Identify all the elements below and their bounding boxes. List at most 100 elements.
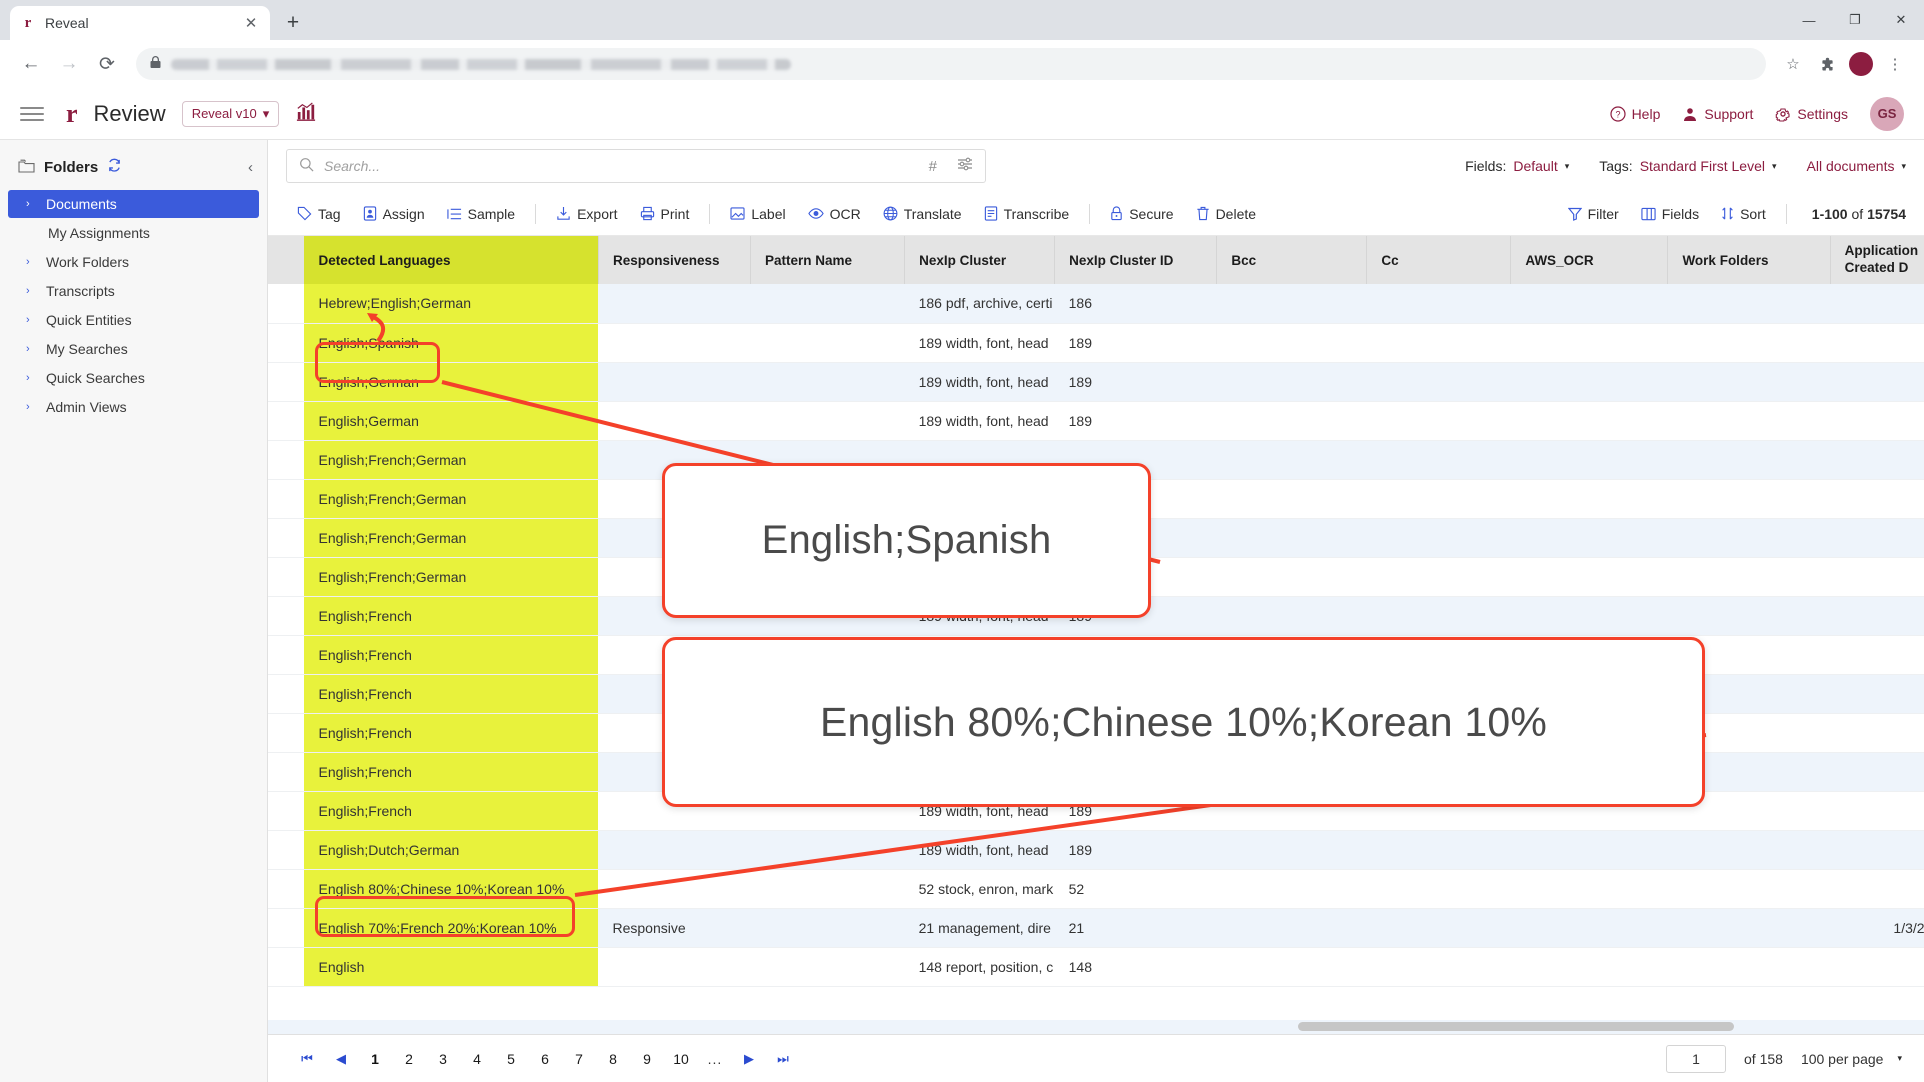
cell-resp[interactable] — [598, 284, 751, 324]
cell-clusterid[interactable] — [1054, 440, 1217, 480]
cell-pattern[interactable] — [750, 869, 905, 909]
cell-wf[interactable] — [1667, 557, 1831, 597]
prev-page-icon[interactable]: ◀ — [329, 1046, 353, 1072]
cell-clusterid[interactable] — [1054, 752, 1217, 792]
sidebar-item-work-folders[interactable]: › Work Folders — [8, 248, 259, 276]
cell-clusterid[interactable]: 189 — [1054, 323, 1217, 363]
table-row[interactable]: English;Dutch;German 189 width, font, hea… — [268, 830, 1924, 870]
cell-aws[interactable] — [1510, 518, 1668, 558]
cell-appcreated[interactable] — [1830, 557, 1924, 597]
cell-aws[interactable] — [1510, 557, 1668, 597]
cell-cluster[interactable]: 189 width, font, head — [904, 401, 1055, 441]
cell-aws[interactable] — [1510, 713, 1668, 753]
fields-selector[interactable]: Fields: Default ▾ — [1465, 158, 1569, 174]
cell-bcc[interactable] — [1216, 518, 1367, 558]
cell-wf[interactable] — [1667, 830, 1831, 870]
cell-aws[interactable] — [1510, 440, 1668, 480]
page-number-2[interactable]: 2 — [397, 1046, 421, 1072]
scope-selector[interactable]: All documents ▾ — [1807, 158, 1906, 174]
cell-clusterid[interactable]: 189 — [1054, 401, 1217, 441]
cell-resp[interactable] — [598, 713, 751, 753]
row-gutter[interactable] — [268, 479, 305, 519]
cell-aws[interactable] — [1510, 635, 1668, 675]
row-gutter[interactable] — [268, 674, 305, 714]
cell-aws[interactable] — [1510, 323, 1668, 363]
column-header-nexip-cluster-id[interactable]: NexIp Cluster ID — [1054, 236, 1218, 284]
cell-appcreated[interactable] — [1830, 791, 1924, 831]
row-gutter[interactable] — [268, 557, 305, 597]
cell-cluster[interactable] — [904, 674, 1055, 714]
column-header-bcc[interactable]: Bcc — [1216, 236, 1368, 284]
column-header-nexip-cluster[interactable]: NexIp Cluster — [904, 236, 1056, 284]
cell-pattern[interactable] — [750, 713, 905, 753]
page-number-5[interactable]: 5 — [499, 1046, 523, 1072]
browser-tab[interactable]: r Reveal ✕ — [10, 6, 270, 40]
table-row[interactable]: English;German 189 width, font, head 189 — [268, 401, 1924, 441]
settings-button[interactable]: Settings — [1775, 106, 1848, 122]
cell-bcc[interactable] — [1216, 323, 1367, 363]
address-bar[interactable] — [136, 48, 1766, 80]
cell-lang[interactable]: English 70%;French 20%;Korean 10% — [304, 908, 599, 948]
cell-cluster[interactable]: 21 management, dire — [904, 908, 1055, 948]
cell-pattern[interactable] — [750, 908, 905, 948]
sidebar-item-documents[interactable]: › Documents — [8, 190, 259, 218]
cell-wf[interactable] — [1667, 440, 1831, 480]
row-gutter[interactable] — [268, 947, 305, 987]
table-row[interactable]: English 70%;French 20%;Korean 10% Respons… — [268, 908, 1924, 948]
cell-wf[interactable] — [1667, 362, 1831, 402]
cell-lang[interactable]: Hebrew;English;German — [304, 284, 599, 324]
row-gutter[interactable] — [268, 401, 305, 441]
forward-icon[interactable]: → — [52, 47, 86, 81]
cell-clusterid[interactable]: 189 — [1054, 791, 1217, 831]
cell-bcc[interactable] — [1216, 479, 1367, 519]
cell-bcc[interactable] — [1216, 908, 1367, 948]
cell-cc[interactable] — [1366, 440, 1511, 480]
page-number-7[interactable]: 7 — [567, 1046, 591, 1072]
cell-cluster[interactable] — [904, 752, 1055, 792]
cell-aws[interactable] — [1510, 362, 1668, 402]
sidebar-item-my-assignments[interactable]: My Assignments — [8, 219, 259, 247]
search-input[interactable]: Search... # — [286, 149, 986, 183]
cell-lang[interactable]: English — [304, 947, 599, 987]
scrollbar-thumb[interactable] — [1298, 1022, 1734, 1031]
table-row[interactable]: English;French;German — [268, 518, 1924, 558]
next-page-icon[interactable]: ▶ — [737, 1046, 761, 1072]
cell-lang[interactable]: English;French — [304, 596, 599, 636]
cell-bcc[interactable] — [1216, 596, 1367, 636]
cell-lang[interactable]: English;French;German — [304, 557, 599, 597]
cell-bcc[interactable] — [1216, 791, 1367, 831]
cell-wf[interactable] — [1667, 713, 1831, 753]
cell-bcc[interactable] — [1216, 557, 1367, 597]
cell-lang[interactable]: English;French — [304, 674, 599, 714]
cell-lang[interactable]: English;French;German — [304, 518, 599, 558]
cell-bcc[interactable] — [1216, 713, 1367, 753]
cell-resp[interactable] — [598, 323, 751, 363]
tags-selector[interactable]: Tags: Standard First Level ▾ — [1599, 158, 1776, 174]
cell-pattern[interactable] — [750, 440, 905, 480]
cell-pattern[interactable] — [750, 830, 905, 870]
transcribe-button[interactable]: Transcribe — [973, 201, 1081, 227]
row-gutter[interactable] — [268, 596, 305, 636]
secure-button[interactable]: Secure — [1099, 201, 1184, 227]
cell-wf[interactable] — [1667, 674, 1831, 714]
cell-appcreated[interactable] — [1830, 830, 1924, 870]
sidebar-item-admin-views[interactable]: › Admin Views — [8, 393, 259, 421]
cell-resp[interactable] — [598, 479, 751, 519]
refresh-icon[interactable] — [107, 158, 122, 177]
cell-resp[interactable] — [598, 596, 751, 636]
cell-aws[interactable] — [1510, 752, 1668, 792]
cell-wf[interactable] — [1667, 401, 1831, 441]
cell-pattern[interactable] — [750, 362, 905, 402]
row-gutter[interactable] — [268, 635, 305, 675]
cell-pattern[interactable] — [750, 674, 905, 714]
cell-bcc[interactable] — [1216, 947, 1367, 987]
window-close-icon[interactable]: ✕ — [1878, 4, 1924, 36]
cell-clusterid[interactable]: 52 — [1054, 869, 1217, 909]
cell-clusterid[interactable]: 186 — [1054, 284, 1217, 324]
cell-clusterid[interactable] — [1054, 635, 1217, 675]
cell-cluster[interactable] — [904, 479, 1055, 519]
cell-aws[interactable] — [1510, 830, 1668, 870]
page-number-8[interactable]: 8 — [601, 1046, 625, 1072]
cell-pattern[interactable] — [750, 947, 905, 987]
extensions-icon[interactable] — [1812, 49, 1842, 79]
